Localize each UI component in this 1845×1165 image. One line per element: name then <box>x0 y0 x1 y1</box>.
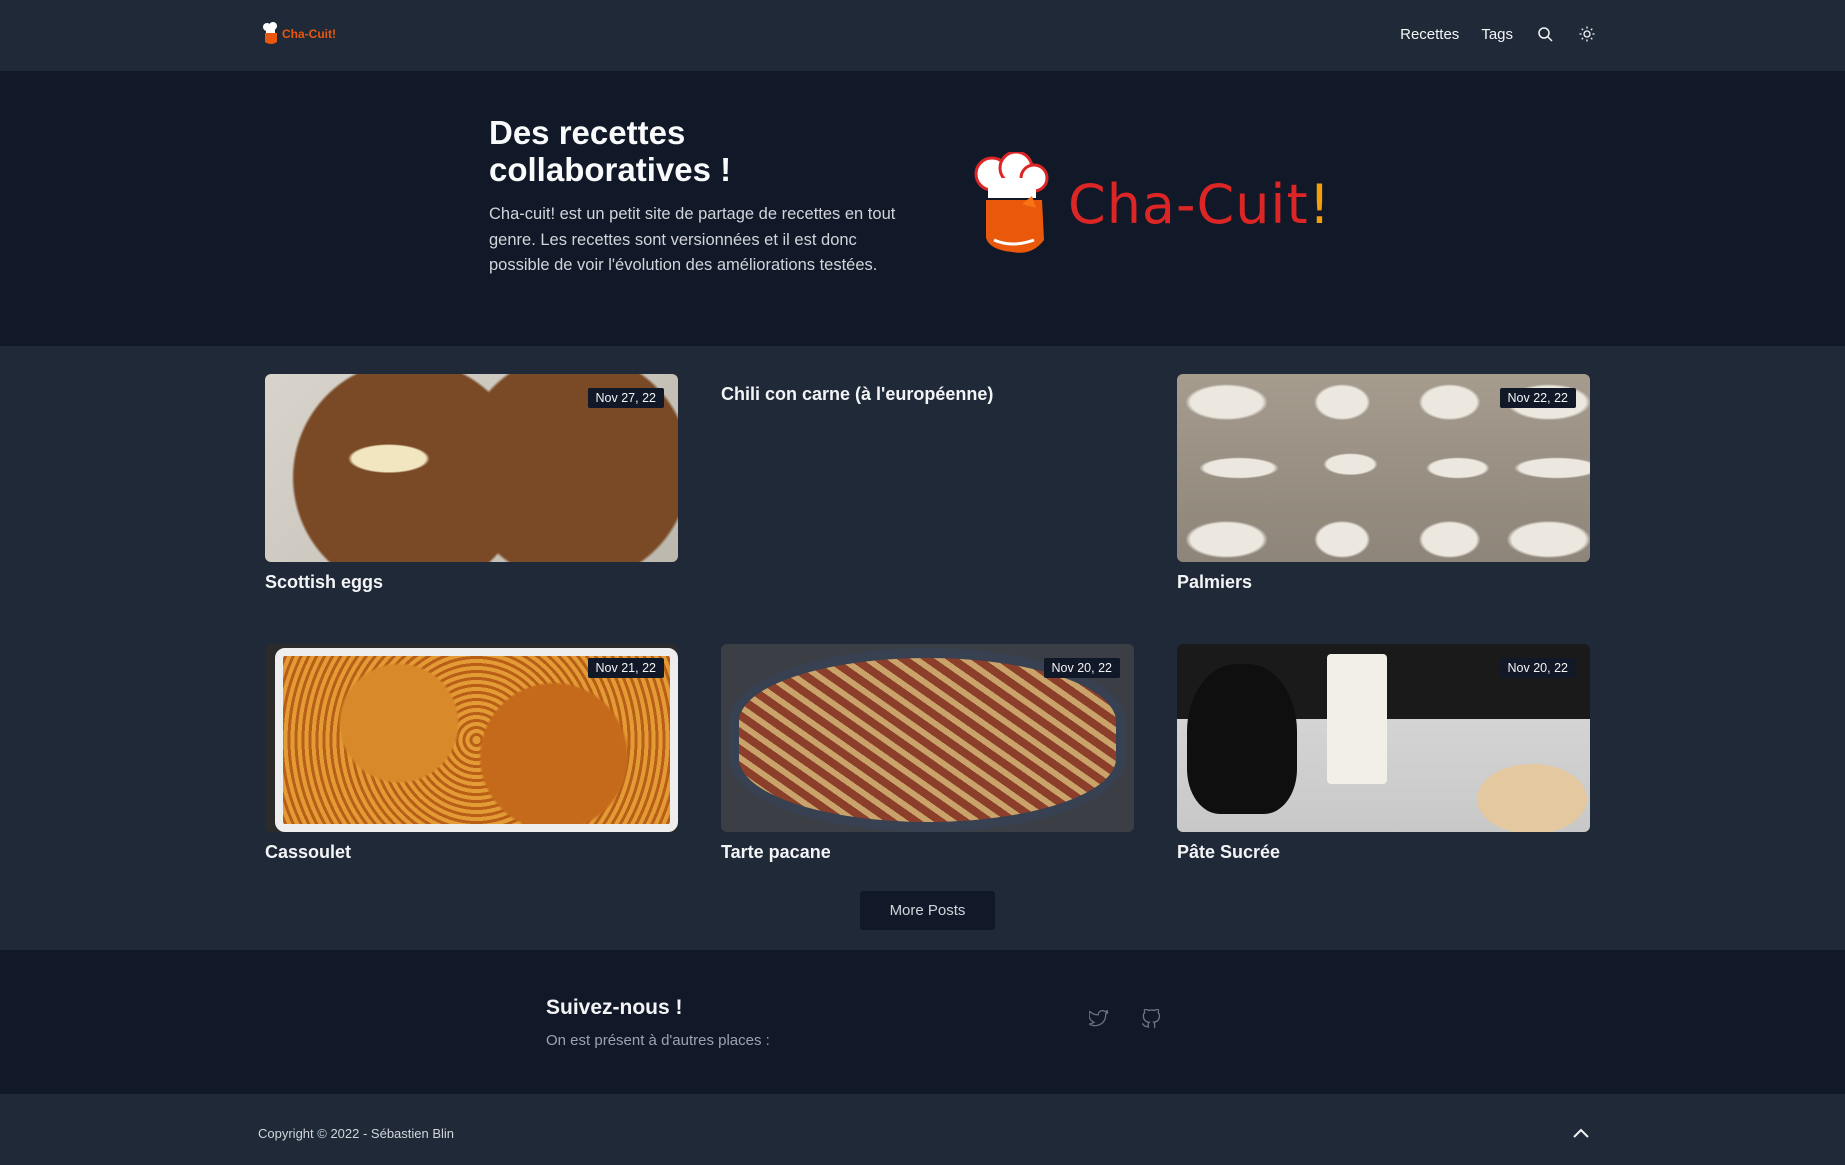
post-thumbnail[interactable]: Nov 21, 22 <box>265 644 678 832</box>
post-title[interactable]: Pâte Sucrée <box>1177 842 1590 863</box>
hero-description: Cha-cuit! est un petit site de partage d… <box>489 205 896 274</box>
post-date-badge: Nov 20, 22 <box>1499 658 1576 678</box>
sun-icon[interactable] <box>1577 24 1597 44</box>
post-card[interactable]: Nov 20, 22 Pâte Sucrée <box>1177 644 1590 863</box>
follow-section: Suivez-nous ! On est présent à d'autres … <box>0 950 1845 1094</box>
post-title[interactable]: Palmiers <box>1177 572 1590 593</box>
hero-section: Des recettes collaboratives ! Cha-cuit! … <box>0 72 1845 346</box>
brand-name: Cha-Cuit! <box>282 27 336 41</box>
follow-title: Suivez-nous ! <box>546 996 683 1019</box>
nav-recettes[interactable]: Recettes <box>1400 26 1459 43</box>
github-icon[interactable] <box>1140 1008 1162 1030</box>
copyright-text: Copyright © 2022 - Sébastien Blin <box>258 1126 455 1141</box>
hero-logo-exclamation: ! <box>1308 172 1332 236</box>
post-card[interactable]: Nov 21, 22 Cassoulet <box>265 644 678 863</box>
hero-logo: Cha-Cuit! <box>972 152 1331 256</box>
post-card[interactable]: Chili con carne (à l'européenne) <box>721 374 1134 405</box>
main-nav: Recettes Tags <box>1400 24 1597 44</box>
post-date-badge: Nov 27, 22 <box>587 388 664 408</box>
post-date-badge: Nov 22, 22 <box>1499 388 1576 408</box>
post-card[interactable]: Nov 20, 22 Tarte pacane <box>721 644 1134 863</box>
post-title[interactable]: Cassoulet <box>265 842 678 863</box>
post-title[interactable]: Scottish eggs <box>265 572 678 593</box>
post-card[interactable]: Nov 27, 22 Scottish eggs <box>265 374 678 593</box>
post-date-badge: Nov 21, 22 <box>587 658 664 678</box>
post-thumbnail[interactable]: Nov 20, 22 <box>721 644 1134 832</box>
top-navbar: Cha-Cuit! Recettes Tags <box>0 0 1845 72</box>
post-card[interactable]: Nov 22, 22 Palmiers <box>1177 374 1590 593</box>
chef-cat-logo-icon <box>974 152 1049 253</box>
post-thumbnail[interactable]: Nov 20, 22 <box>1177 644 1590 832</box>
brand-logo-link[interactable]: Cha-Cuit! <box>262 22 336 46</box>
follow-subtitle: On est présent à d'autres places : <box>546 1032 770 1049</box>
post-thumbnail[interactable]: Nov 22, 22 <box>1177 374 1590 562</box>
post-title[interactable]: Tarte pacane <box>721 842 1134 863</box>
search-icon[interactable] <box>1535 24 1555 44</box>
nav-tags[interactable]: Tags <box>1481 26 1513 43</box>
post-date-badge: Nov 20, 22 <box>1043 658 1120 678</box>
twitter-icon[interactable] <box>1088 1008 1110 1030</box>
more-posts-button[interactable]: More Posts <box>860 891 995 930</box>
post-thumbnail[interactable]: Nov 27, 22 <box>265 374 678 562</box>
scroll-to-top-icon[interactable] <box>1570 1122 1592 1144</box>
post-title[interactable]: Chili con carne (à l'européenne) <box>721 384 1134 405</box>
hero-title: Des recettes collaboratives ! <box>489 114 732 188</box>
hero-logo-text: Cha-Cuit! <box>1068 172 1332 236</box>
footer: Copyright © 2022 - Sébastien Blin <box>0 1094 1845 1165</box>
chef-cat-logo-icon <box>263 22 277 44</box>
